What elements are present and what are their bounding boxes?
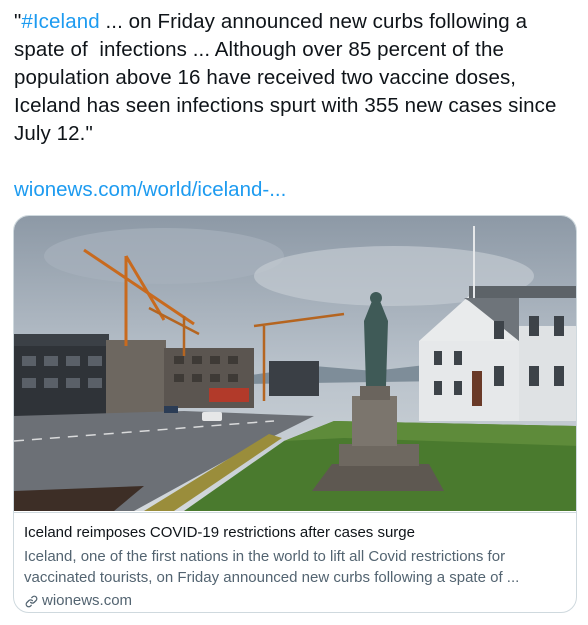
card-description: Iceland, one of the first nations in the… [24, 548, 520, 586]
hashtag-link[interactable]: #Iceland [21, 10, 99, 33]
link-icon [25, 595, 38, 607]
card-image[interactable] [14, 216, 577, 511]
tweet-text: "#Iceland ... on Friday announced new cu… [14, 8, 580, 148]
card-body[interactable]: Iceland reimposes COVID-19 restrictions … [14, 512, 576, 612]
card-title[interactable]: Iceland reimposes COVID-19 restrictions … [24, 523, 568, 543]
card-domain-label: wionews.com [42, 592, 133, 609]
link-card[interactable]: Iceland reimposes COVID-19 restrictions … [13, 215, 577, 613]
card-domain[interactable]: wionews.com [24, 591, 568, 611]
tweet-url-link[interactable]: wionews.com/world/iceland-... [14, 176, 286, 204]
